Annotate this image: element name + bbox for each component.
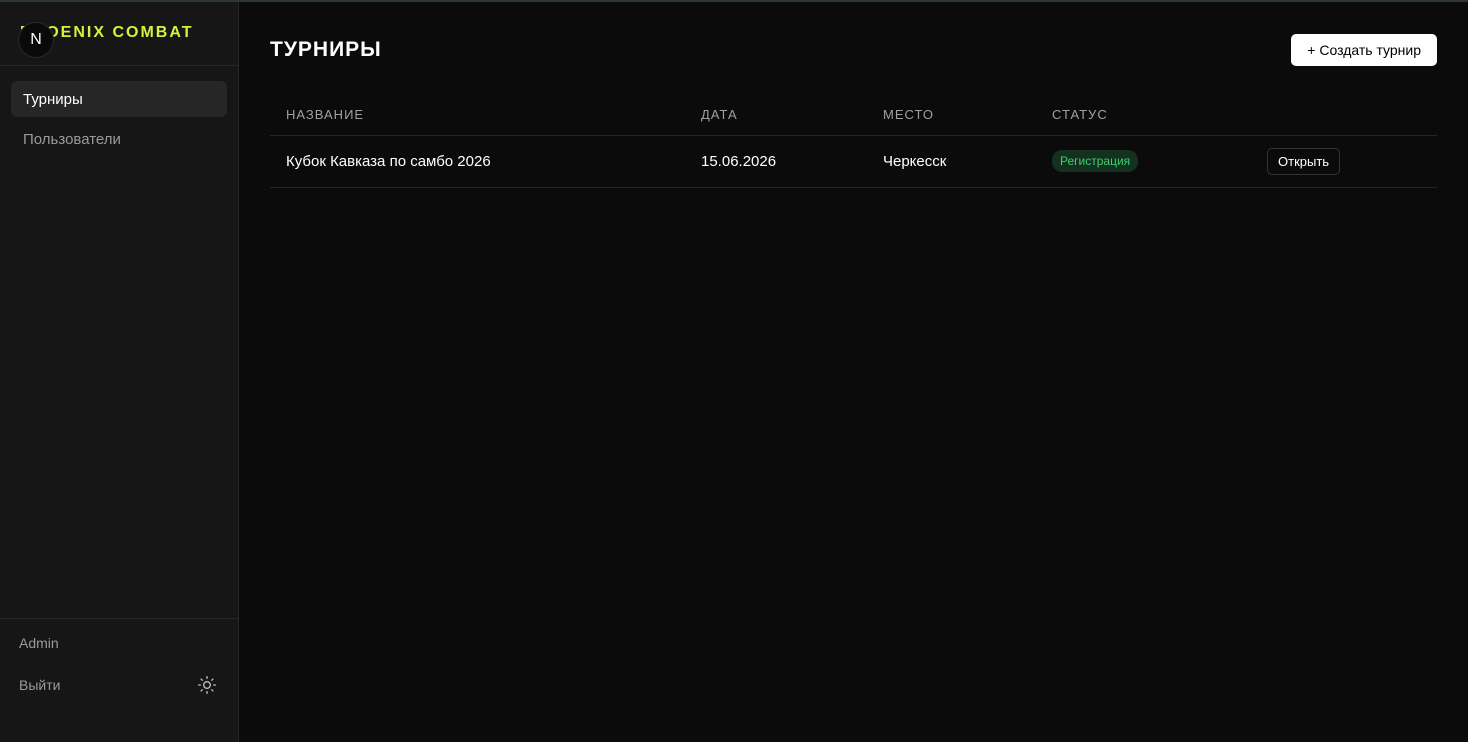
tournament-name: Кубок Кавказа по самбо 2026 [270,135,685,188]
column-header-actions [1251,95,1437,136]
sidebar-item-users[interactable]: Пользователи [11,121,227,157]
column-header-status: СТАТУС [1036,95,1251,136]
table-row: Кубок Кавказа по самбо 2026 15.06.2026 Ч… [270,135,1437,188]
status-cell: Регистрация [1036,135,1251,188]
sidebar: PHOENIX COMBAT N Турниры Пользователи Ad… [0,2,239,742]
column-header-name: НАЗВАНИЕ [270,95,685,136]
brand-logo-icon[interactable]: N [18,22,54,58]
column-header-place: МЕСТО [867,95,1036,136]
table-header-row: НАЗВАНИЕ ДАТА МЕСТО СТАТУС [270,95,1437,136]
sun-icon[interactable] [195,673,219,697]
sidebar-item-label: Турниры [23,90,83,108]
logout-link[interactable]: Выйти [19,677,60,693]
user-name: Admin [19,635,59,651]
tournament-date: 15.06.2026 [685,135,867,188]
main-content: ТУРНИРЫ + Создать турнир НАЗВАНИЕ ДАТА М… [239,2,1468,742]
sidebar-item-tournaments[interactable]: Турниры [11,81,227,117]
status-badge: Регистрация [1052,150,1139,172]
column-header-date: ДАТА [685,95,867,136]
open-button[interactable]: Открыть [1267,147,1341,175]
create-tournament-button[interactable]: + Создать турнир [1291,34,1437,66]
sidebar-footer: Admin Выйти [0,618,238,742]
tournament-place: Черкесск [867,135,1036,188]
tournaments-table: НАЗВАНИЕ ДАТА МЕСТО СТАТУС Кубок Кавказа… [270,95,1437,188]
brand-header: PHOENIX COMBAT N [0,2,238,66]
page-header: ТУРНИРЫ + Создать турнир [270,32,1437,68]
actions-cell: Открыть [1251,135,1437,188]
logout-row: Выйти [19,673,219,697]
sidebar-nav: Турниры Пользователи [0,66,238,176]
app: PHOENIX COMBAT N Турниры Пользователи Ad… [0,2,1468,742]
sidebar-item-label: Пользователи [23,130,121,148]
page-title: ТУРНИРЫ [270,38,382,61]
